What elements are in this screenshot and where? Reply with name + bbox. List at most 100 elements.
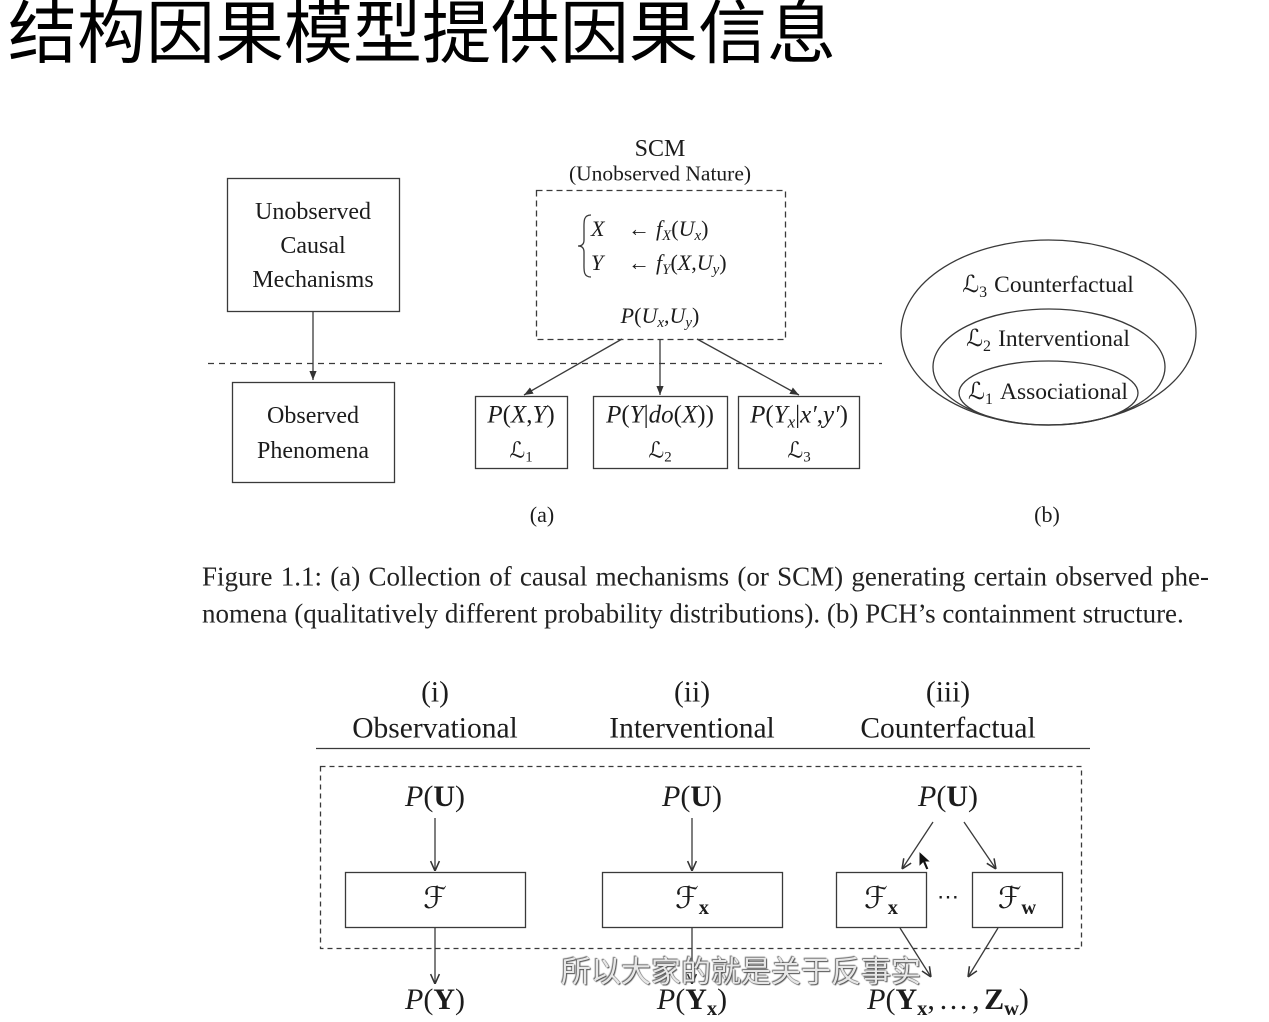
layer-symbol: ℒ xyxy=(968,376,985,405)
layer-label-interventional: ℒ2 Interventional xyxy=(966,325,1130,355)
math-token: , xyxy=(972,983,980,1016)
math-token: P xyxy=(405,983,424,1016)
math-subscript: x xyxy=(657,315,664,332)
level-symbol: ℒ xyxy=(509,438,526,464)
figure-caption-line-2: nomena (qualitatively different probabil… xyxy=(202,598,1184,629)
scm-to-l3-arrow xyxy=(696,338,800,396)
math-subscript: Y xyxy=(662,262,671,279)
math-token: P xyxy=(620,303,635,328)
math-subscript: X xyxy=(662,228,672,245)
math-token: ) xyxy=(839,401,848,429)
math-token: ( xyxy=(673,401,682,429)
layer-name: Interventional xyxy=(998,325,1130,352)
l3-distribution-formula: P(Yx|x′,y′) xyxy=(750,401,848,431)
do-operator: do xyxy=(648,401,674,429)
model-symbol: ℱ xyxy=(675,881,699,916)
math-token: U xyxy=(433,780,455,813)
model-ellipsis: ⋯ xyxy=(937,884,959,909)
slide-title: 结构因果模型提供因果信息 xyxy=(8,0,836,74)
layer-name: Counterfactual xyxy=(994,271,1134,298)
model-symbol: ℱ xyxy=(864,881,888,916)
math-token: U xyxy=(669,303,686,328)
math-subscript: w xyxy=(1004,998,1019,1021)
exogenous-distribution: P(Ux,Uy) xyxy=(620,303,700,331)
assignment-arrow: ← xyxy=(628,250,650,275)
math-token: )) xyxy=(697,401,714,429)
math-token: ( xyxy=(680,780,691,813)
math-subscript: x xyxy=(787,412,796,432)
math-token: Y xyxy=(773,401,788,429)
math-token: U xyxy=(678,216,695,241)
math-token: ( xyxy=(423,780,434,813)
column-numeral-iii: (iii) xyxy=(925,676,971,709)
exogenous-input-i: P(U) xyxy=(405,782,465,812)
level-index: 2 xyxy=(664,449,672,466)
model-symbol: ℱ xyxy=(423,881,447,916)
math-token: U xyxy=(946,780,968,813)
scm-equation-x: X ← fX(Ux) xyxy=(591,216,708,244)
model-subscript: x xyxy=(698,897,709,920)
math-token: ( xyxy=(765,401,774,429)
equation-brace xyxy=(577,214,592,278)
math-token: P xyxy=(606,401,622,429)
math-token: Z xyxy=(984,983,1005,1016)
math-token: X xyxy=(510,401,527,429)
math-token: ) xyxy=(712,780,722,813)
l3-level-label: ℒ3 xyxy=(787,440,810,465)
math-token: U xyxy=(641,303,658,328)
layer-label-counterfactual: ℒ3 Counterfactual xyxy=(962,269,1134,300)
counterfactual-input-arrow-w xyxy=(963,821,996,869)
level-index: 1 xyxy=(525,449,533,466)
math-token: P xyxy=(662,780,681,813)
scm-equation-y: Y ← fY(X,Uy) xyxy=(591,250,727,278)
mechanisms-line-2: Causal xyxy=(280,233,346,259)
output-distribution-i: P(Y) xyxy=(405,985,465,1015)
l2-level-label: ℒ2 xyxy=(648,438,672,466)
equation-lhs: X xyxy=(591,216,605,241)
panel-label-b: (b) xyxy=(1034,502,1060,527)
counterfactual-output-arrow-w xyxy=(968,927,999,977)
math-token: U xyxy=(696,250,713,275)
math-token: P xyxy=(918,780,937,813)
math-token: ( xyxy=(423,983,434,1016)
math-token: ) xyxy=(455,983,465,1016)
l2-distribution-formula: P(Y|do(X)) xyxy=(606,403,714,428)
math-token: ( xyxy=(634,303,642,328)
math-token: Y xyxy=(532,401,547,429)
column-title-interventional: Interventional xyxy=(609,712,775,745)
layer-symbol: ℒ xyxy=(962,269,980,298)
figure-caption-line-1: Figure 1.1: (a) Collection of causal mec… xyxy=(202,561,1209,592)
phenomena-box xyxy=(231,381,396,484)
exogenous-input-iii: P(U) xyxy=(918,782,978,812)
scm-to-l1-arrow xyxy=(523,338,623,396)
math-token: Y xyxy=(629,401,644,429)
math-token: X xyxy=(681,401,698,429)
math-subscript: x xyxy=(917,998,928,1021)
column-title-counterfactual: Counterfactual xyxy=(860,712,1036,745)
math-token: ) xyxy=(692,303,700,328)
math-token: ( xyxy=(671,216,679,241)
model-subscript: x xyxy=(887,897,898,920)
math-token: y′ xyxy=(823,401,840,429)
math-token: ( xyxy=(936,780,947,813)
model-symbol: ℱ xyxy=(997,881,1022,916)
column-numeral-ii: (ii) xyxy=(673,676,711,709)
layer-label-associational: ℒ1 Associational xyxy=(968,376,1128,407)
model-label-iii-x: ℱx xyxy=(864,881,898,919)
column-title-observational: Observational xyxy=(352,712,518,745)
math-subscript: x xyxy=(706,998,718,1021)
layer-index: 2 xyxy=(983,337,992,355)
level-symbol: ℒ xyxy=(648,438,665,464)
math-subscript: x xyxy=(694,228,702,245)
math-token: ) xyxy=(968,780,978,813)
math-token: ) xyxy=(1018,983,1029,1016)
math-subscript: y xyxy=(685,315,693,332)
math-token: ( xyxy=(502,401,511,429)
math-token: Y xyxy=(433,983,455,1016)
math-token: , xyxy=(927,983,935,1016)
l1-level-label: ℒ1 xyxy=(509,438,533,466)
mouse-cursor-icon xyxy=(918,849,933,871)
model-label-ii: ℱx xyxy=(675,881,709,919)
scm-subtitle: (Unobserved Nature) xyxy=(568,161,752,186)
mechanisms-line-1: Unobserved xyxy=(255,199,371,225)
